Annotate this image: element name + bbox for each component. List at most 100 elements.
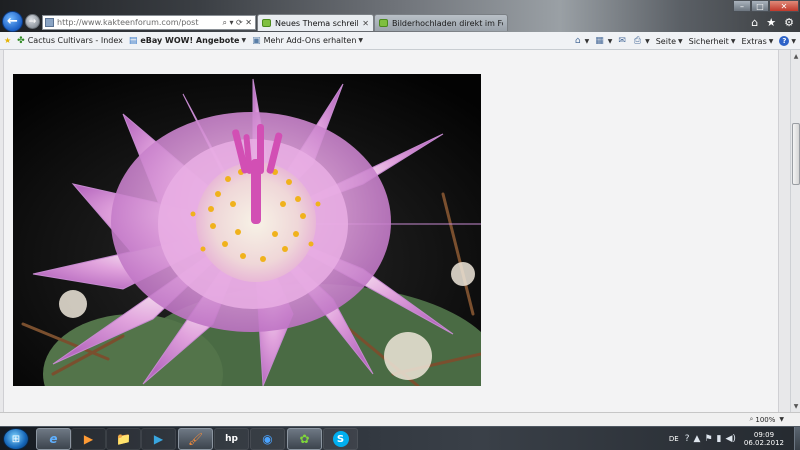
- home-cmd-button[interactable]: ⌂ ▼: [575, 36, 589, 46]
- chevron-down-icon: ▼: [584, 37, 590, 45]
- taskbar-windows-media[interactable]: ▶: [141, 428, 176, 450]
- addon-icon: ▣: [252, 35, 261, 46]
- close-window-button[interactable]: ✕: [769, 0, 799, 12]
- tab-bilderhochladen[interactable]: Bilderhochladen direkt im Foru...: [374, 14, 508, 31]
- printer-icon: ⎙: [633, 36, 642, 46]
- magnifier-icon: ⌕: [749, 415, 754, 423]
- taskbar-paint[interactable]: 🖌: [178, 428, 213, 450]
- minimize-button[interactable]: –: [733, 0, 751, 12]
- globe-icon: ◉: [262, 432, 273, 446]
- extras-menu[interactable]: Extras ▼: [741, 37, 773, 46]
- flag-icon[interactable]: ⚑: [704, 434, 712, 444]
- command-bar: ⌂ ▼ ▦ ▼ ✉ ⎙ ▼ Seite ▼ Sicherheit ▼ Extras ▼ ? ▼: [575, 32, 796, 50]
- taskbar-media-player[interactable]: ▶: [71, 428, 106, 450]
- internet-explorer-icon: e: [49, 432, 58, 446]
- chevron-down-icon: ▼: [768, 37, 774, 45]
- rss-icon: ▦: [595, 36, 604, 46]
- skype-icon: S: [332, 431, 349, 447]
- extras-label: Extras: [741, 36, 767, 46]
- forum-tab-icon: [262, 19, 271, 27]
- network-icon[interactable]: ▮: [717, 434, 722, 444]
- icq-flower-icon: ✿: [299, 432, 310, 446]
- tab-neues-thema[interactable]: Neues Thema schreiben ✕: [257, 14, 374, 31]
- favorite-label: Cactus Cultivars - Index: [27, 36, 123, 45]
- chevron-down-icon: ▼: [607, 37, 613, 45]
- taskbar-file-explorer[interactable]: 📁: [106, 428, 141, 450]
- favorite-label: eBay WOW! Angebote: [140, 36, 240, 45]
- favorites-bar: ★ ✤ Cactus Cultivars - Index ▤ eBay WOW!…: [0, 32, 800, 50]
- arrow-left-icon: ←: [7, 14, 18, 29]
- mail-icon: ✉: [618, 36, 626, 46]
- show-hidden-icons[interactable]: ▲: [694, 434, 701, 444]
- clock[interactable]: 09:09 06.02.2012: [744, 431, 784, 447]
- favorites-star-icon[interactable]: ★: [766, 16, 776, 29]
- taskbar-internet-explorer[interactable]: e: [36, 428, 71, 450]
- favorite-label: Mehr Add-Ons erhalten: [263, 36, 357, 45]
- media-player-icon: ▶: [83, 432, 94, 446]
- clock-time: 09:09: [753, 431, 775, 439]
- maximize-button[interactable]: □: [751, 0, 769, 12]
- scroll-up-arrow[interactable]: ▲: [792, 51, 800, 61]
- chevron-down-icon: ▼: [791, 37, 796, 45]
- volume-icon[interactable]: ◀): [725, 434, 735, 444]
- windows-taskbar: ⊞ e ▶ 📁 ▶ 🖌 hp ◉ ✿ S DE ? ▲ ⚑ ▮ ◀) 09:09…: [0, 426, 800, 450]
- address-url[interactable]: http://www.kakteenforum.com/post: [57, 18, 222, 27]
- chevron-down-icon: ▼: [730, 37, 736, 45]
- zoom-control[interactable]: ⌕ 100% ▼: [749, 415, 784, 424]
- clock-date: 06.02.2012: [743, 439, 784, 447]
- sicherheit-label: Sicherheit: [688, 36, 729, 46]
- tools-gear-icon[interactable]: ⚙: [784, 16, 794, 29]
- arrow-right-icon: →: [28, 16, 37, 27]
- sicherheit-menu[interactable]: Sicherheit ▼: [689, 37, 736, 46]
- taskbar-skype[interactable]: S: [323, 428, 358, 450]
- favorite-cactus-cultivars[interactable]: ✤ Cactus Cultivars - Index: [17, 36, 123, 46]
- start-button[interactable]: ⊞: [3, 428, 29, 450]
- show-desktop-button[interactable]: [794, 427, 800, 450]
- scroll-down-arrow[interactable]: ▼: [792, 401, 800, 411]
- tab-label: Bilderhochladen direkt im Foru...: [392, 18, 503, 28]
- zoom-level: 100%: [755, 415, 776, 424]
- tab-close-icon[interactable]: ✕: [362, 19, 369, 28]
- flower-image: [13, 74, 481, 386]
- back-button[interactable]: ←: [2, 11, 23, 32]
- chevron-down-icon: ▼: [645, 37, 650, 45]
- page-viewport: [0, 50, 790, 412]
- chevron-down-icon: ▼: [678, 37, 683, 45]
- chevron-down-icon: ▼: [779, 416, 784, 423]
- forward-button[interactable]: →: [25, 14, 40, 29]
- windows-logo-icon: ⊞: [11, 433, 21, 445]
- system-tray: DE ? ▲ ⚑ ▮ ◀) 09:09 06.02.2012: [669, 427, 800, 450]
- chevron-down-icon: ▼: [358, 37, 364, 44]
- taskbar-icq[interactable]: ✿: [287, 428, 322, 450]
- scroll-thumb[interactable]: [792, 123, 800, 185]
- favorite-ebay[interactable]: ▤ eBay WOW! Angebote ▼: [129, 36, 246, 46]
- seite-menu[interactable]: Seite ▼: [656, 37, 683, 46]
- page-icon: [45, 18, 54, 27]
- print-cmd-button[interactable]: ⎙ ▼: [634, 36, 650, 46]
- help-tray-icon[interactable]: ?: [685, 434, 690, 444]
- ebay-icon: ▤: [128, 35, 138, 46]
- taskbar-hp[interactable]: hp: [214, 428, 249, 450]
- feeds-cmd-button[interactable]: ▦ ▼: [595, 36, 612, 46]
- home-icon[interactable]: ⌂: [751, 16, 758, 29]
- mail-cmd-button[interactable]: ✉: [618, 36, 628, 46]
- help-menu[interactable]: ? ▼: [779, 36, 796, 46]
- window-controls: – □ ✕: [733, 0, 799, 12]
- vertical-scrollbar[interactable]: ▲ ▼: [790, 50, 800, 412]
- address-controls[interactable]: ⌕ ▾ ⟳ ✕: [222, 18, 252, 28]
- media-center-icon: ▶: [153, 432, 164, 446]
- seite-label: Seite: [655, 36, 676, 46]
- language-indicator[interactable]: DE: [669, 435, 679, 443]
- help-icon: ?: [779, 36, 790, 46]
- forum-page: [3, 50, 779, 412]
- favorites-star-icon[interactable]: ★: [4, 36, 11, 45]
- chevron-down-icon: ▼: [241, 37, 247, 44]
- browser-titlebar: ← → http://www.kakteenforum.com/post ⌕ ▾…: [0, 0, 800, 32]
- taskbar-google-earth[interactable]: ◉: [250, 428, 285, 450]
- address-bar[interactable]: http://www.kakteenforum.com/post ⌕ ▾ ⟳ ✕: [42, 15, 256, 30]
- paint-icon: 🖌: [187, 432, 204, 446]
- browser-right-icons: ⌂ ★ ⚙: [751, 16, 794, 29]
- favorite-addons[interactable]: ▣ Mehr Add-Ons erhalten ▼: [252, 36, 363, 46]
- folder-icon: 📁: [116, 432, 131, 446]
- cactus-icon: ✤: [17, 35, 25, 46]
